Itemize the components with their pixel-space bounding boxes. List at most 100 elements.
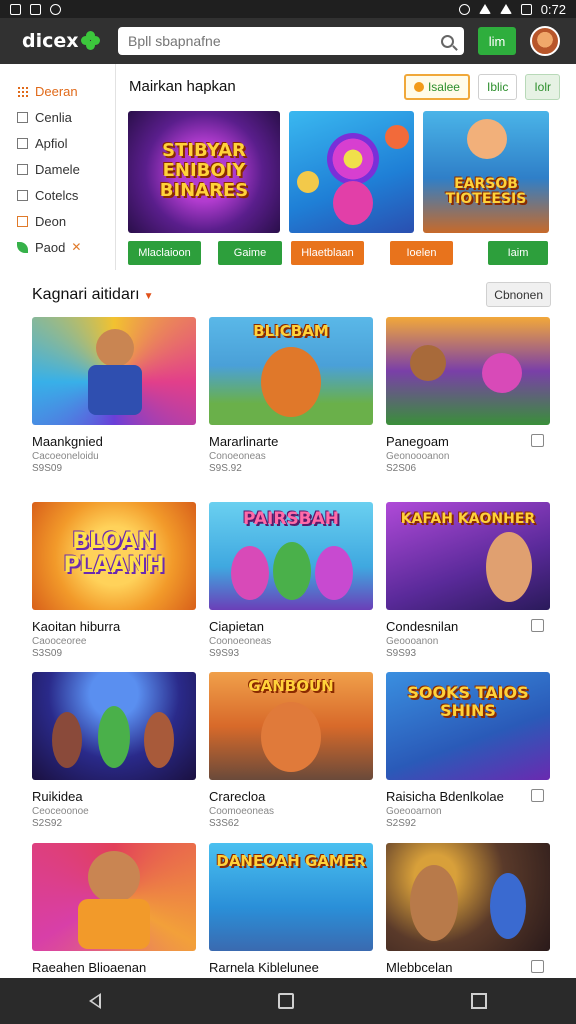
- avatar[interactable]: [530, 26, 560, 56]
- game-card[interactable]: BLOAN PLAANH Kaoitan hiburra Caooceoree …: [32, 502, 196, 659]
- clock: 0:72: [540, 1, 566, 17]
- character-art: [144, 712, 174, 768]
- featured-card-image[interactable]: STIBYAR ENIBOIY BINARES: [128, 111, 280, 233]
- section-filter-button[interactable]: Cbnonen: [486, 282, 551, 307]
- game-thumbnail[interactable]: DANEOAH GAMER: [209, 843, 373, 951]
- game-thumbnail[interactable]: [32, 843, 196, 951]
- sidebar-item-cotelcs[interactable]: Cotelcs: [0, 182, 115, 208]
- battery-icon: [520, 3, 532, 15]
- game-count: S9S93: [386, 648, 417, 659]
- game-thumbnail[interactable]: BLOAN PLAANH: [32, 502, 196, 610]
- game-art-text: PAIRSBAH: [242, 509, 340, 529]
- featured-buttons: Mlaclaioon Gaime Hlaetblaan Ioelen Iaim: [128, 241, 548, 265]
- game-title: Condesnilan: [386, 619, 459, 634]
- sidebar-item-damele[interactable]: Damele: [0, 156, 115, 182]
- game-checkbox[interactable]: [531, 789, 544, 802]
- game-checkbox[interactable]: [531, 434, 544, 447]
- alarm-icon: [458, 3, 470, 15]
- section-title[interactable]: Kagnari aitidarı ▼: [32, 286, 154, 304]
- featured-action-3[interactable]: Iolr: [525, 74, 560, 100]
- character-art: [231, 546, 269, 600]
- sidebar-item-paod[interactable]: Paod ✕: [0, 234, 115, 260]
- game-thumbnail[interactable]: [32, 672, 196, 780]
- checkbox-icon[interactable]: [17, 111, 28, 123]
- game-title: Mlebbcelan: [386, 960, 453, 975]
- game-card[interactable]: DANEOAH GAMER Rarnela Kiblelunee: [209, 843, 373, 975]
- game-count: S9S.92: [209, 463, 242, 474]
- header-action-button[interactable]: lim: [478, 27, 516, 55]
- character-art: [261, 702, 321, 772]
- featured-action-1[interactable]: Isalee: [403, 74, 470, 100]
- game-card[interactable]: KAFAH KAONHER Condesnilan Geoooanon S9S9…: [386, 502, 550, 659]
- character-art: [273, 542, 311, 600]
- back-icon[interactable]: [88, 993, 101, 1009]
- search-icon[interactable]: [441, 34, 454, 48]
- character-art: [88, 365, 142, 415]
- game-card[interactable]: BLICBAM Mararlinarte Conoeoneas S9S.92: [209, 317, 373, 474]
- game-subtitle: Conoeoneas: [209, 451, 266, 462]
- character-art: [261, 347, 321, 417]
- system-nav-bar: [0, 978, 576, 1024]
- leaf-icon: [17, 241, 28, 253]
- sidebar-item-label: Deeran: [35, 83, 78, 99]
- game-card[interactable]: GANBOUN Crarecloa Coomoeoneas S3S62: [209, 672, 373, 829]
- game-thumbnail[interactable]: PAIRSBAH: [209, 502, 373, 610]
- character-art: [490, 873, 526, 939]
- game-title: Ruikidea: [32, 789, 83, 804]
- game-art-text: DANEOAH GAMER: [216, 852, 366, 870]
- game-count: S3S62: [209, 818, 240, 829]
- game-thumbnail[interactable]: SOOKS TAIOS SHINS: [386, 672, 550, 780]
- game-thumbnail[interactable]: [32, 317, 196, 425]
- recent-apps-icon[interactable]: [471, 993, 488, 1009]
- game-subtitle: Goeooarnon: [386, 806, 442, 817]
- app-logo[interactable]: dicex: [22, 30, 114, 52]
- game-subtitle: Geoooanon: [386, 636, 439, 647]
- game-subtitle: Geonoooanon: [386, 451, 450, 462]
- featured-actions: Isalee Iblic Iolr: [403, 74, 560, 100]
- featured-card-image[interactable]: [289, 111, 414, 233]
- game-subtitle: Coonoeoneas: [209, 636, 272, 647]
- sidebar-item-deon[interactable]: Deon: [0, 208, 115, 234]
- checkbox-icon[interactable]: [17, 163, 28, 175]
- game-thumbnail[interactable]: [386, 843, 550, 951]
- featured-button-5[interactable]: Iaim: [488, 241, 548, 265]
- featured-action-2[interactable]: Iblic: [477, 74, 518, 100]
- featured-card-image[interactable]: EARSOB TIOTEESIS: [423, 111, 549, 233]
- close-icon[interactable]: ✕: [71, 240, 81, 254]
- sidebar-item-apfiol[interactable]: Apfiol: [0, 130, 115, 156]
- game-card[interactable]: Mlebbcelan: [386, 843, 550, 975]
- sidebar-item-deeran[interactable]: Deeran: [0, 78, 115, 104]
- checkbox-icon[interactable]: [17, 189, 28, 201]
- featured-button-2[interactable]: Gaime: [218, 241, 282, 265]
- game-thumbnail[interactable]: GANBOUN: [209, 672, 373, 780]
- game-checkbox[interactable]: [531, 960, 544, 973]
- checkbox-icon[interactable]: [17, 215, 28, 227]
- sidebar-item-cenlia[interactable]: Cenlia: [0, 104, 115, 130]
- game-thumbnail[interactable]: KAFAH KAONHER: [386, 502, 550, 610]
- featured-button-4[interactable]: Ioelen: [390, 241, 453, 265]
- search-input[interactable]: [128, 33, 441, 49]
- game-card[interactable]: Ruikidea Ceoceoonoe S2S92: [32, 672, 196, 829]
- featured-art-text: STIBYAR ENIBOIY BINARES: [159, 140, 249, 201]
- game-card[interactable]: Maankgnied Cacoeoneloidu S9S09: [32, 317, 196, 474]
- character-art: [98, 706, 130, 768]
- game-card[interactable]: Raeahen Blioaenan: [32, 843, 196, 975]
- sidebar-item-label: Cotelcs: [35, 187, 79, 203]
- checkbox-icon[interactable]: [17, 137, 28, 149]
- home-icon[interactable]: [277, 993, 294, 1009]
- game-thumbnail[interactable]: [386, 317, 550, 425]
- featured-button-1[interactable]: Mlaclaioon: [128, 241, 201, 265]
- grid-icon: [17, 85, 28, 97]
- game-card[interactable]: Panegoam Geonoooanon S2S06: [386, 317, 550, 474]
- game-card[interactable]: PAIRSBAH Ciapietan Coonoeoneas S9S93: [209, 502, 373, 659]
- game-count: S2S92: [32, 818, 63, 829]
- game-thumbnail[interactable]: BLICBAM: [209, 317, 373, 425]
- game-count: S2S92: [386, 818, 417, 829]
- game-card[interactable]: SOOKS TAIOS SHINS Raisicha Bdenlkolae Go…: [386, 672, 550, 829]
- game-count: S2S06: [386, 463, 417, 474]
- character-art: [52, 712, 82, 768]
- game-checkbox[interactable]: [531, 619, 544, 632]
- character-art: [486, 532, 532, 602]
- featured-button-3[interactable]: Hlaetblaan: [291, 241, 364, 265]
- game-title: Raisicha Bdenlkolae: [386, 789, 504, 804]
